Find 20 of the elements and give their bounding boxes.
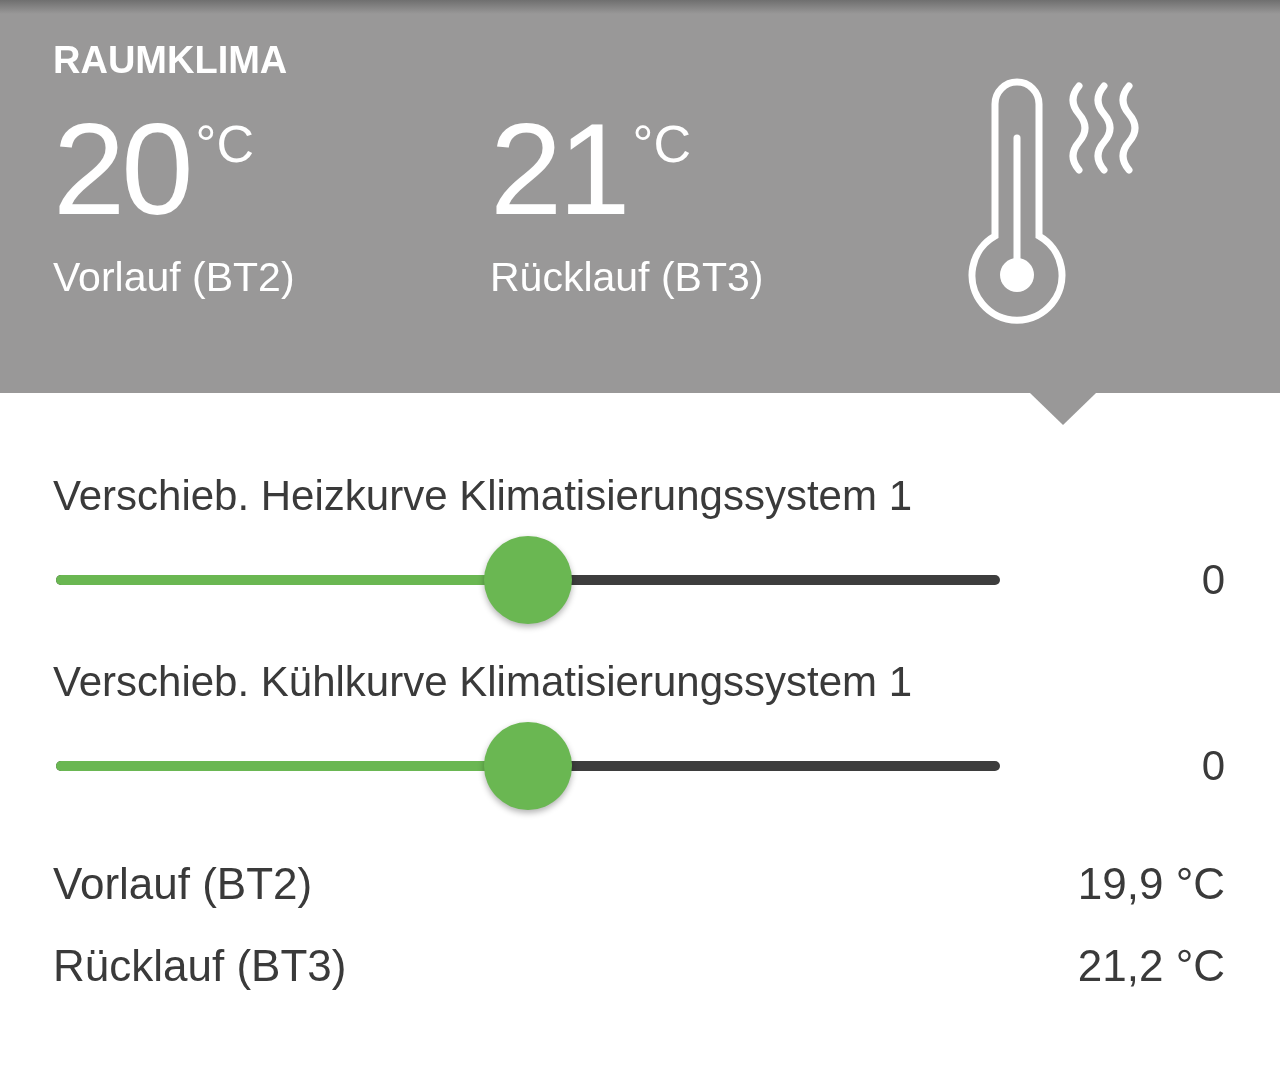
unit-label: °C — [195, 118, 254, 170]
pointer-notch — [1030, 393, 1096, 425]
slider-value: 0 — [1201, 556, 1225, 604]
reading-value: 21,2 °C — [1077, 941, 1225, 991]
slider-value: 0 — [1201, 742, 1225, 790]
slider-label: Verschieb. Heizkurve Klimatisierungssystem 1 — [53, 471, 913, 521]
reading-label: Rücklauf (BT3) — [490, 253, 765, 302]
section-title: RAUMKLIMA — [53, 38, 289, 82]
slider-label: Verschieb. Kühlkurve Klimatisierungssystem 1 — [53, 657, 914, 707]
slider-track[interactable] — [56, 761, 1000, 771]
slider-thumb[interactable] — [484, 722, 572, 810]
unit-label: °C — [632, 118, 691, 170]
slider-thumb[interactable] — [484, 536, 572, 624]
slider-track[interactable] — [56, 575, 1000, 585]
reading-value: 19,9 °C — [1077, 859, 1225, 909]
temperature-value: 21 — [490, 95, 627, 244]
reading-label: Vorlauf (BT2) — [53, 859, 313, 909]
temperature-value: 20 — [53, 95, 190, 244]
reading-label: Vorlauf (BT2) — [53, 253, 296, 302]
reading-label: Rücklauf (BT3) — [53, 941, 347, 991]
